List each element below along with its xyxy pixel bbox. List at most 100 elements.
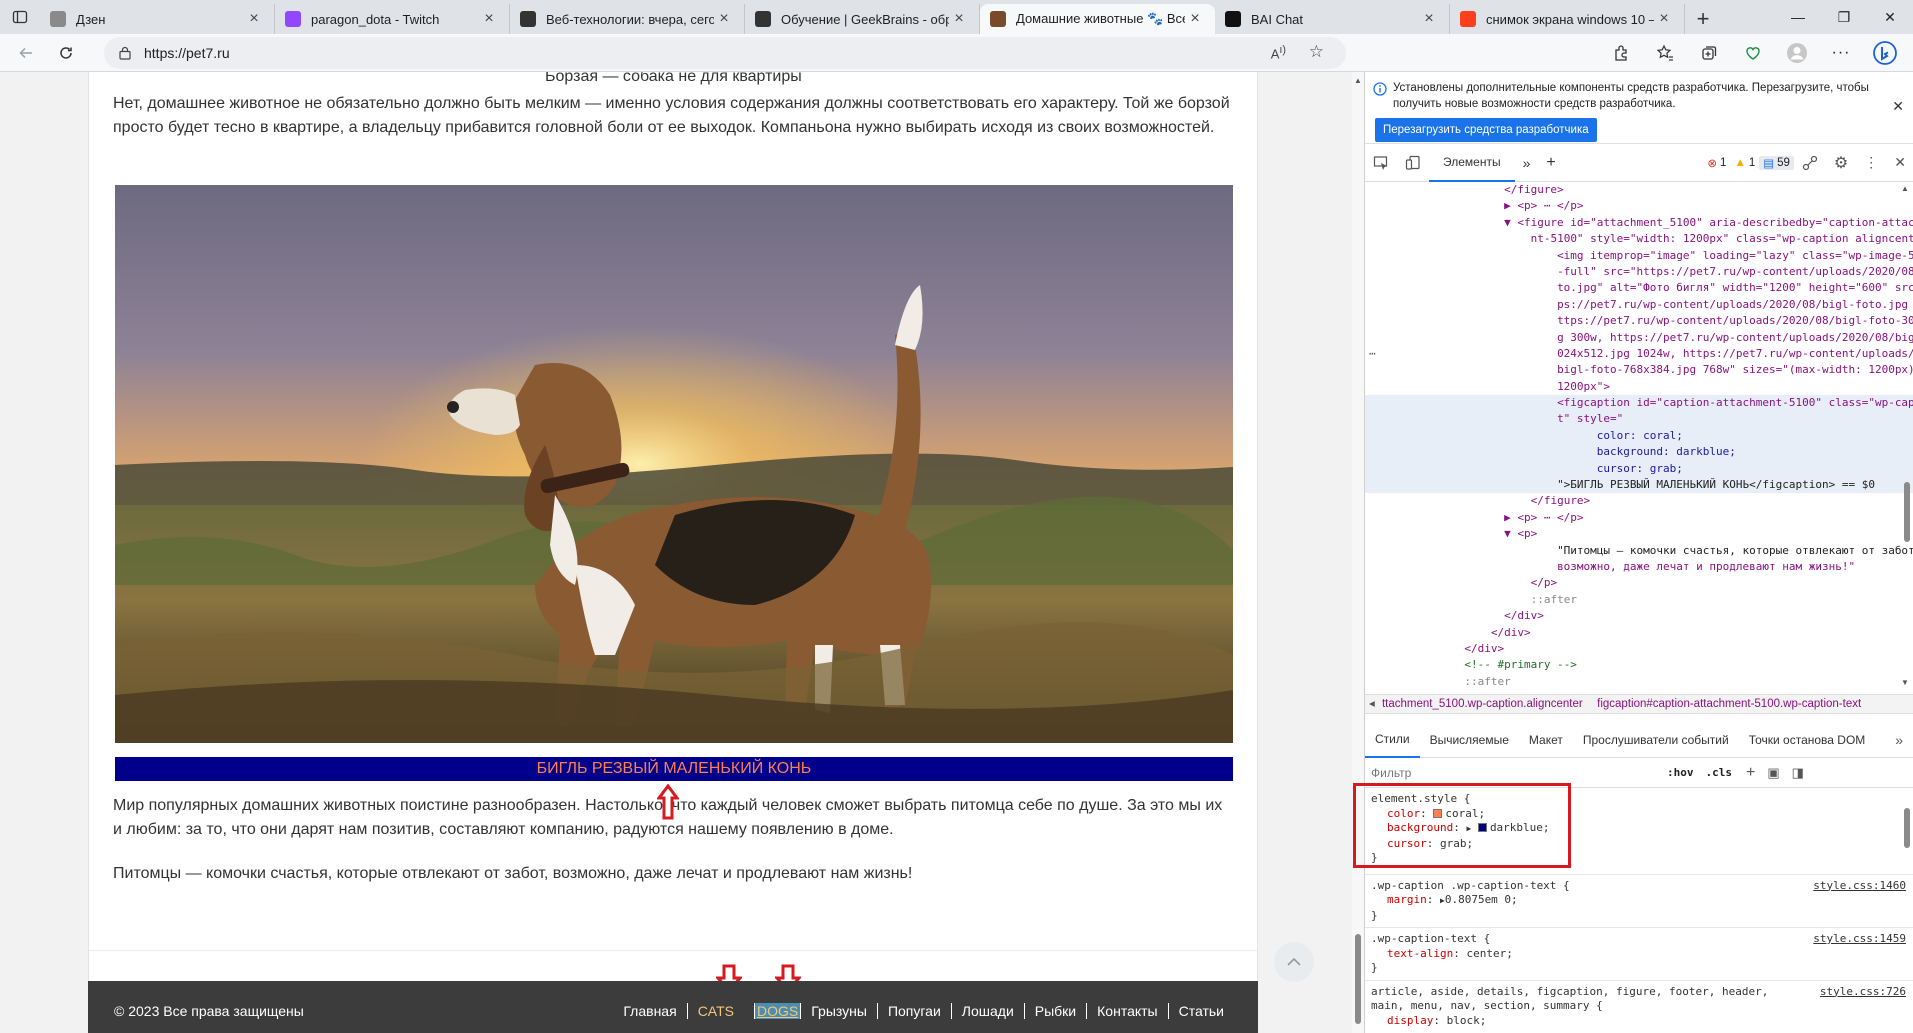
browser-tab[interactable]: снимок экрана windows 10 — Я×: [1450, 4, 1685, 34]
toggle-sidebar-icon[interactable]: ◨: [1792, 765, 1804, 781]
dom-line[interactable]: ttps://pet7.ru/wp-content/uploads/2020/0…: [1365, 313, 1913, 329]
breadcrumb-left-icon[interactable]: ◂: [1365, 698, 1379, 710]
dom-line[interactable]: 024x512.jpg 1024w, https://pet7.ru/wp-co…: [1365, 346, 1913, 362]
breadcrumb-figure[interactable]: ttachment_5100.wp-caption.aligncenter: [1382, 698, 1583, 710]
dom-tree[interactable]: ⋯ </figure> ▶ <p> ⋯ </p> ▼ <figure id="a…: [1365, 182, 1913, 692]
minimize-button[interactable]: —: [1775, 0, 1821, 34]
inspect-element-icon[interactable]: [1365, 144, 1397, 182]
dom-line[interactable]: <figcaption id="caption-attachment-5100"…: [1365, 395, 1913, 412]
tab-elements[interactable]: Элементы: [1429, 144, 1515, 182]
browser-tab[interactable]: paragon_dota - Twitch ×: [275, 4, 510, 34]
reload-button[interactable]: [48, 37, 84, 69]
messages-badge[interactable]: ▤ 59: [1759, 155, 1794, 170]
bing-copilot-icon[interactable]: [1865, 37, 1905, 69]
more-menu-icon[interactable]: ···: [1821, 37, 1861, 69]
dom-line[interactable]: color: coral;: [1365, 427, 1913, 445]
hov-toggle[interactable]: :hov: [1667, 766, 1694, 779]
dom-line[interactable]: ::after: [1365, 592, 1913, 608]
dom-line[interactable]: возможно, даже лечат и продлевают нам жи…: [1365, 559, 1913, 575]
infobar-close-icon[interactable]: ✕: [1892, 98, 1904, 115]
favorites-icon[interactable]: [1645, 37, 1685, 69]
browser-tab[interactable]: Обучение | GeekBrains - образо×: [745, 4, 980, 34]
footer-link[interactable]: Контакты: [1086, 1003, 1167, 1019]
dom-line[interactable]: 1200px">: [1365, 379, 1913, 395]
read-aloud-icon[interactable]: Aı): [1271, 44, 1286, 61]
scroll-to-top-button[interactable]: [1274, 942, 1314, 982]
styles-subtab[interactable]: Вычисляемые: [1420, 722, 1519, 758]
close-window-button[interactable]: ✕: [1867, 0, 1913, 34]
warning-badge[interactable]: ▲ 1: [1730, 157, 1759, 169]
dom-line[interactable]: bigl-foto-768x384.jpg 768w" sizes="(max-…: [1365, 362, 1913, 378]
browser-tab[interactable]: Домашние животные 🐾 Все п ×: [980, 4, 1215, 34]
dom-line[interactable]: -full" src="https://pet7.ru/wp-content/u…: [1365, 264, 1913, 280]
footer-link[interactable]: Грызуны: [800, 1003, 877, 1019]
browser-tab[interactable]: BAI Chat ×: [1215, 4, 1450, 34]
dom-line[interactable]: cursor: grab;: [1365, 460, 1913, 478]
dom-line[interactable]: ▼ <p>: [1365, 526, 1913, 542]
footer-link[interactable]: CATS: [686, 1003, 744, 1019]
new-rule-icon[interactable]: +: [1746, 764, 1755, 782]
styles-subtab[interactable]: Макет: [1519, 722, 1573, 758]
dom-line[interactable]: ">БИГЛЬ РЕЗВЫЙ МАЛЕНЬКИЙ КОНЬ</figcaptio…: [1365, 477, 1913, 494]
rule-block-elements[interactable]: article, aside, details, figcaption, fig…: [1365, 981, 1913, 1033]
browser-tab[interactable]: Дзен ×: [40, 4, 275, 34]
page-scrollbar[interactable]: ▲: [1352, 72, 1364, 1033]
browser-essentials-icon[interactable]: [1733, 37, 1773, 69]
paint-icon[interactable]: ▣: [1767, 765, 1779, 781]
new-tab-button[interactable]: +: [1685, 4, 1721, 34]
footer-link[interactable]: Главная: [613, 1003, 686, 1019]
dom-scroll-thumb[interactable]: [1904, 482, 1910, 542]
device-toolbar-icon[interactable]: [1397, 144, 1429, 182]
rule-wp-caption-text-1[interactable]: .wp-caption .wp-caption-text { style.css…: [1365, 875, 1913, 928]
dom-line[interactable]: </div>: [1365, 608, 1913, 624]
dom-line[interactable]: to.jpg" alt="Фото бигля" width="1200" he…: [1365, 280, 1913, 296]
scroll-up-arrow-icon[interactable]: ▲: [1901, 184, 1909, 193]
dom-line[interactable]: ps://pet7.ru/wp-content/uploads/2020/08/…: [1365, 297, 1913, 313]
rule-source-link[interactable]: style.css:1459: [1813, 932, 1906, 947]
restart-devtools-button[interactable]: Перезагрузить средства разработчика: [1375, 118, 1597, 142]
close-tab-icon[interactable]: ×: [1185, 10, 1205, 28]
more-subtabs-icon[interactable]: »: [1895, 732, 1903, 748]
dom-line[interactable]: </figure>: [1365, 493, 1913, 509]
styles-subtab[interactable]: Стили: [1365, 722, 1420, 758]
add-tab-icon[interactable]: +: [1538, 144, 1563, 182]
close-tab-icon[interactable]: ×: [244, 10, 264, 28]
favorite-star-icon[interactable]: ☆: [1309, 42, 1324, 62]
collections-icon[interactable]: [1689, 37, 1729, 69]
styles-subtab[interactable]: Точки останова DOM: [1739, 722, 1876, 758]
styles-scrollbar[interactable]: [1901, 788, 1913, 1033]
footer-link[interactable]: DOGS: [754, 1003, 801, 1019]
dom-line[interactable]: background: darkblue;: [1365, 444, 1913, 461]
browser-tab[interactable]: Веб-технологии: вчера, сегодня×: [510, 4, 745, 34]
breadcrumb-figcaption[interactable]: figcaption#caption-attachment-5100.wp-ca…: [1597, 698, 1861, 710]
rule-source-link[interactable]: style.css:1460: [1813, 879, 1906, 894]
close-tab-icon[interactable]: ×: [1419, 10, 1439, 28]
page-scrollbar-thumb[interactable]: [1355, 934, 1361, 1024]
styles-scroll-thumb[interactable]: [1904, 808, 1910, 848]
devtools-more-icon[interactable]: ⋮: [1856, 144, 1886, 182]
scroll-up-arrow-icon[interactable]: ▲: [1354, 76, 1362, 85]
dom-line[interactable]: </p>: [1365, 575, 1913, 591]
footer-link[interactable]: Попугаи: [876, 1003, 951, 1019]
connections-icon[interactable]: [1794, 144, 1826, 182]
dom-line[interactable]: ::after: [1365, 674, 1913, 690]
dom-line[interactable]: </figure>: [1365, 182, 1913, 198]
dom-line[interactable]: "Питомцы — комочки счастья, которые отвл…: [1365, 543, 1913, 559]
url-text[interactable]: https://pet7.ru: [144, 45, 230, 61]
error-badge[interactable]: ⊗ 1: [1703, 156, 1730, 170]
dom-line[interactable]: ▼ <figure id="attachment_5100" aria-desc…: [1365, 215, 1913, 231]
more-tabs-icon[interactable]: »: [1515, 144, 1539, 182]
dom-line[interactable]: g 300w, https://pet7.ru/wp-content/uploa…: [1365, 330, 1913, 346]
dom-line[interactable]: ▶ <p> ⋯ </p>: [1365, 198, 1913, 214]
dom-line[interactable]: t" style=": [1365, 411, 1913, 428]
close-tab-icon[interactable]: ×: [949, 10, 969, 28]
dom-line[interactable]: <img itemprop="image" loading="lazy" cla…: [1365, 248, 1913, 264]
profile-avatar[interactable]: [1777, 37, 1817, 69]
close-tab-icon[interactable]: ×: [479, 10, 499, 28]
footer-link[interactable]: Статьи: [1167, 1003, 1234, 1019]
dom-line[interactable]: ▶ <p> ⋯ </p>: [1365, 510, 1913, 526]
tab-actions-button[interactable]: [0, 0, 40, 34]
extensions-icon[interactable]: [1601, 37, 1641, 69]
styles-subtab[interactable]: Прослушиватели событий: [1573, 722, 1739, 758]
styles-filter-input[interactable]: [1371, 765, 1661, 780]
